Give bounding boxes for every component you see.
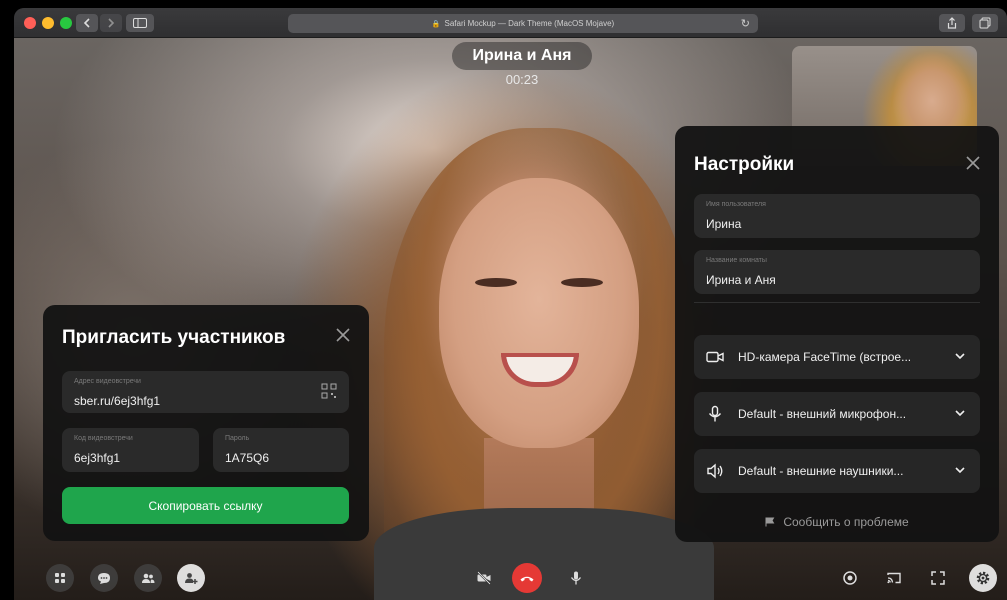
forward-button[interactable]	[100, 14, 122, 32]
microphone-select-value: Default - внешний микрофон...	[738, 407, 907, 421]
chevron-left-icon	[83, 18, 90, 28]
grid-view-button[interactable]	[46, 564, 74, 592]
video-clothing	[374, 508, 714, 600]
meeting-code-field[interactable]: Код видеовстречи 6ej3hfg1	[62, 428, 199, 472]
add-participant-button[interactable]	[177, 564, 205, 592]
record-button[interactable]	[836, 564, 864, 592]
participants-icon	[142, 573, 155, 583]
username-value: Ирина	[706, 217, 742, 231]
end-call-button[interactable]	[512, 563, 542, 593]
meeting-code-label: Код видеовстречи	[74, 435, 133, 442]
back-button[interactable]	[76, 14, 98, 32]
share-icon	[947, 17, 957, 29]
meeting-code-value: 6ej3hfg1	[74, 451, 121, 465]
video-face	[439, 178, 639, 448]
settings-divider	[694, 302, 980, 303]
address-bar-text: Safari Mockup — Dark Theme (MacOS Mojave…	[444, 19, 615, 28]
report-problem-label: Сообщить о проблеме	[783, 515, 909, 529]
password-label: Пароль	[225, 435, 250, 442]
chat-icon	[98, 573, 110, 584]
meeting-address-field[interactable]: Адрес видеовстречи sber.ru/6ej3hfg1	[62, 371, 349, 413]
password-value: 1A75Q6	[225, 451, 270, 465]
settings-button[interactable]	[969, 564, 997, 592]
room-name-value: Ирина и Аня	[706, 273, 776, 287]
settings-panel-title: Настройки	[694, 154, 795, 175]
camera-toggle-button[interactable]	[470, 564, 498, 592]
grid-icon	[55, 573, 65, 583]
video-eye-left	[475, 278, 517, 287]
call-title: Ирина и Аня	[452, 42, 592, 70]
close-invite-button[interactable]	[336, 326, 350, 346]
password-field[interactable]: Пароль 1A75Q6	[213, 428, 349, 472]
flag-icon	[765, 517, 775, 527]
invite-panel-title: Пригласить участников	[62, 327, 286, 348]
meeting-address-label: Адрес видеовстречи	[74, 378, 141, 385]
tabs-icon	[979, 17, 991, 29]
username-label: Имя пользователя	[706, 201, 766, 208]
room-name-field[interactable]: Название комнаты Ирина и Аня	[694, 250, 980, 294]
maximize-window-button[interactable]	[60, 17, 72, 29]
minimize-window-button[interactable]	[42, 17, 54, 29]
address-bar[interactable]: 🔒 Safari Mockup — Dark Theme (MacOS Moja…	[288, 14, 758, 33]
call-timer: 00:23	[505, 72, 539, 87]
video-smile	[501, 353, 579, 387]
lock-icon: 🔒	[431, 20, 441, 28]
camera-off-icon	[477, 571, 491, 585]
close-icon	[966, 156, 980, 170]
speaker-icon	[707, 463, 723, 479]
camera-icon	[706, 351, 724, 363]
fullscreen-icon	[931, 571, 945, 585]
close-icon	[336, 328, 350, 342]
add-participant-icon	[185, 573, 198, 584]
cast-icon	[887, 572, 901, 584]
sidebar-icon	[133, 18, 147, 28]
browser-titlebar: 🔒 Safari Mockup — Dark Theme (MacOS Moja…	[14, 8, 1007, 38]
tabs-overview-button[interactable]	[972, 14, 998, 32]
qr-code-icon[interactable]	[321, 383, 337, 399]
participants-button[interactable]	[134, 564, 162, 592]
microphone-icon	[570, 571, 582, 585]
chevron-down-icon	[955, 410, 965, 417]
speakers-select-value: Default - внешние наушники...	[738, 464, 904, 478]
chevron-right-icon	[108, 18, 115, 28]
chat-button[interactable]	[90, 564, 118, 592]
meeting-address-value: sber.ru/6ej3hfg1	[74, 394, 161, 408]
reload-icon[interactable]: ↻	[741, 17, 750, 30]
microphone-icon	[708, 405, 722, 422]
username-field[interactable]: Имя пользователя Ирина	[694, 194, 980, 238]
chevron-down-icon	[955, 353, 965, 360]
chevron-down-icon	[955, 467, 965, 474]
microphone-toggle-button[interactable]	[562, 564, 590, 592]
invite-panel: Пригласить участников Адрес видеовстречи…	[43, 305, 369, 541]
report-problem-link[interactable]: Сообщить о проблеме	[675, 515, 999, 529]
settings-gear-icon	[976, 571, 990, 585]
camera-select[interactable]: HD-камера FaceTime (встрое...	[694, 335, 980, 379]
camera-select-value: HD-камера FaceTime (встрое...	[738, 350, 912, 364]
sidebar-toggle-button[interactable]	[126, 14, 154, 32]
end-call-icon	[520, 576, 534, 582]
cast-screen-button[interactable]	[880, 564, 908, 592]
browser-window: 🔒 Safari Mockup — Dark Theme (MacOS Moja…	[14, 8, 1007, 600]
video-eye-right	[561, 278, 603, 287]
record-icon	[843, 571, 857, 585]
microphone-select[interactable]: Default - внешний микрофон...	[694, 392, 980, 436]
close-window-button[interactable]	[24, 17, 36, 29]
fullscreen-button[interactable]	[924, 564, 952, 592]
speakers-select[interactable]: Default - внешние наушники...	[694, 449, 980, 493]
settings-panel: Настройки Имя пользователя Ирина Названи…	[675, 126, 999, 542]
share-button[interactable]	[939, 14, 965, 32]
copy-link-button[interactable]: Скопировать ссылку	[62, 487, 349, 524]
room-name-label: Название комнаты	[706, 257, 767, 264]
close-settings-button[interactable]	[966, 154, 980, 174]
